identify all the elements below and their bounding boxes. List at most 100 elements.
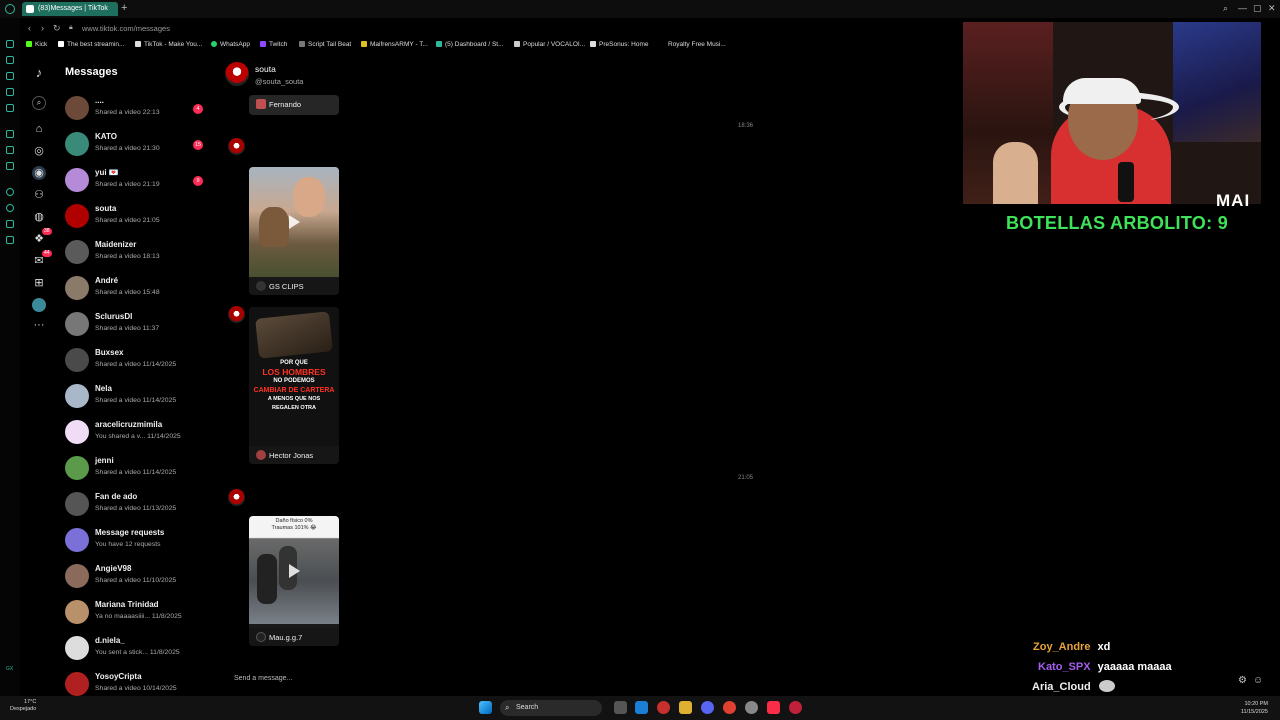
bookmark-maifrens[interactable]: MaifrensARMY - T... [361, 41, 428, 48]
home-icon[interactable]: ⌂ [32, 122, 46, 136]
app-icon[interactable] [657, 701, 670, 714]
taskbar-search[interactable]: ⌕ Search [500, 700, 602, 716]
sidebar-app-icon[interactable] [6, 104, 14, 112]
task-view-icon[interactable] [614, 701, 627, 714]
conversation-item[interactable]: Fan de ado Shared a video 11/13/2025 [62, 486, 212, 520]
sidebar-app-icon[interactable] [6, 162, 14, 170]
shared-video-card[interactable]: Fernando [249, 95, 339, 115]
conversation-preview: You have 12 requests [95, 541, 161, 548]
music-icon[interactable] [767, 701, 780, 714]
discord-icon[interactable] [701, 701, 714, 714]
tab-messages[interactable]: (83)Messages | TikTok [22, 2, 118, 16]
conversation-item[interactable]: Maidenizer Shared a video 18:13 [62, 234, 212, 268]
messages-icon[interactable]: ✉ 44 [32, 250, 52, 268]
minimize-icon[interactable]: — [1238, 3, 1247, 13]
site-info-icon[interactable]: 🔒︎ [69, 24, 73, 32]
sidebar-app-icon[interactable] [6, 40, 14, 48]
conversation-item[interactable]: André Shared a video 15:48 [62, 270, 212, 304]
bookmark-royalty[interactable]: Royalty Free Musi... [668, 41, 726, 48]
sidebar-app-icon[interactable] [6, 130, 14, 138]
new-tab-button[interactable]: + [121, 2, 127, 14]
sender-avatar[interactable] [228, 138, 245, 155]
conversation-item[interactable]: jenni Shared a video 11/14/2025 [62, 450, 212, 484]
conversation-preview: Shared a video 15:48 [95, 289, 160, 296]
chat-avatar[interactable] [225, 62, 249, 86]
sender-avatar[interactable] [228, 306, 245, 323]
following-icon[interactable]: ⚇ [32, 188, 46, 202]
conversation-item[interactable]: Buxsex Shared a video 11/14/2025 [62, 342, 212, 376]
conversation-item[interactable]: aracelicruzmimila You shared a v... 11/14… [62, 414, 212, 448]
settings-icon[interactable]: ⚙ [1238, 675, 1247, 686]
sidebar-app-icon[interactable] [6, 204, 14, 212]
sidebar-app-icon[interactable] [6, 56, 14, 64]
clock[interactable]: 10:20 PM 11/15/2025 [1241, 700, 1268, 716]
bookmark-script[interactable]: Script Tail Beat [299, 41, 351, 48]
more-icon[interactable]: ··· [32, 318, 46, 332]
conversation-item[interactable]: KATO Shared a video 21:30 15 [62, 126, 212, 160]
bookmark-presonus[interactable]: PreSonus: Home [590, 41, 649, 48]
bookmark-tiktok[interactable]: TikTok - Make You... [135, 41, 202, 48]
sidebar-app-icon[interactable] [6, 146, 14, 154]
url-field[interactable]: www.tiktok.com/messages [82, 24, 170, 33]
profile-avatar[interactable] [32, 298, 46, 312]
activity-icon[interactable]: ❖ 38 [32, 228, 52, 246]
file-explorer-icon[interactable] [679, 701, 692, 714]
sidebar-app-icon[interactable] [6, 88, 14, 96]
conversation-item[interactable]: souta Shared a video 21:05 [62, 198, 212, 232]
bookmark-kick[interactable]: Kick [26, 41, 47, 48]
shared-video-card[interactable]: Daño físico 0% Traumas 101% 😂 Mau.g.g.7 [249, 516, 339, 646]
back-icon[interactable]: ‹ [28, 23, 31, 33]
conversation-name: yui 💌 [95, 168, 119, 177]
emoji-icon[interactable]: ☺ [1253, 675, 1263, 686]
app-icon[interactable] [635, 701, 648, 714]
bookmark-dashboard[interactable]: (5) Dashboard / St... [436, 41, 504, 48]
maximize-icon[interactable]: ▢ [1253, 3, 1262, 14]
bookmark-streaming[interactable]: The best streamin... [58, 41, 124, 48]
conversation-preview: Shared a video 11/14/2025 [95, 397, 177, 404]
browser-logo-icon[interactable] [5, 4, 15, 14]
bookmark-vocaloid[interactable]: Popular / VOCALOI... [514, 41, 585, 48]
conversation-item[interactable]: .... Shared a video 22:13 4 [62, 90, 212, 124]
opera-gx-icon[interactable] [789, 701, 802, 714]
conversation-item[interactable]: SclurusDI Shared a video 11:37 [62, 306, 212, 340]
conversation-item[interactable]: yui 💌 Shared a video 21:19 9 [62, 162, 212, 196]
avatar [256, 632, 266, 642]
bookmark-twitch[interactable]: Twitch [260, 41, 287, 48]
close-icon[interactable]: ✕ [1268, 3, 1276, 14]
conversation-item[interactable]: AngieV98 Shared a video 11/10/2025 [62, 558, 212, 592]
conversation-name: Mariana Trinidad [95, 600, 159, 609]
chrome-icon[interactable] [723, 701, 736, 714]
sidebar-more-icon[interactable]: GX [6, 666, 14, 674]
settings-icon[interactable] [745, 701, 758, 714]
sidebar-app-icon[interactable] [6, 220, 14, 228]
search-tabs-icon[interactable]: ⌕ [1223, 3, 1228, 14]
sidebar-app-icon[interactable] [6, 236, 14, 244]
chat-name[interactable]: souta [255, 64, 276, 74]
conversation-item[interactable]: Nela Shared a video 11/14/2025 [62, 378, 212, 412]
sender-avatar[interactable] [228, 489, 245, 506]
conversation-item[interactable]: Mariana Trinidad Ya no maaaasiiii... 11/8… [62, 594, 212, 628]
sidebar-app-icon[interactable] [6, 72, 14, 80]
tiktok-logo-icon[interactable]: ♪ [32, 66, 46, 80]
shared-video-card[interactable]: POR QUE LOS HOMBRES NO PODEMOS CAMBIAR D… [249, 307, 339, 464]
friends-icon[interactable]: ◍ [32, 210, 46, 224]
explore-icon[interactable]: ◎ [32, 144, 46, 158]
bookmark-whatsapp[interactable]: WhatsApp [211, 41, 250, 48]
reload-icon[interactable]: ↻ [53, 23, 61, 34]
conversation-item[interactable]: YosoyCripta Shared a video 10/14/2025 [62, 666, 212, 700]
forward-icon[interactable]: › [41, 23, 44, 33]
weather-widget[interactable]: 17°C Despejado [10, 699, 36, 713]
upload-icon[interactable]: ⊞ [32, 276, 46, 290]
shared-video-card[interactable]: GS CLIPS [249, 167, 339, 295]
conversation-name: .... [95, 96, 104, 105]
sidebar-app-icon[interactable] [6, 188, 14, 196]
start-icon[interactable] [479, 701, 492, 714]
conversation-item[interactable]: d.niela_ You sent a stick... 11/8/2025 [62, 630, 212, 664]
live-icon[interactable]: ◉ [32, 166, 46, 180]
conversation-item[interactable]: Message requests You have 12 requests [62, 522, 212, 556]
conversation-name: Nela [95, 384, 112, 393]
tiktok-favicon-icon [26, 5, 34, 13]
stream-chat-line: Kato_SPX yaaaaa maaaa [1038, 661, 1172, 673]
message-input[interactable]: Send a message... [234, 675, 292, 682]
search-icon[interactable]: ⌕ [32, 96, 46, 110]
